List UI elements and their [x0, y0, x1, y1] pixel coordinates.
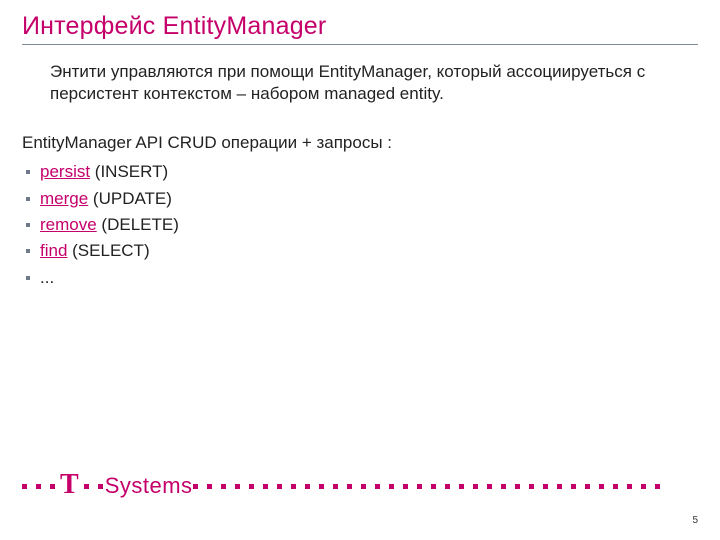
crud-list: persist (INSERT) merge (UPDATE) remove (…: [22, 159, 698, 291]
list-item-suffix: (INSERT): [90, 162, 168, 181]
dot-icon: [655, 484, 660, 489]
dot-icon: [277, 484, 282, 489]
dot-icon: [249, 484, 254, 489]
dot-icon: [50, 484, 55, 489]
dot-icon: [641, 484, 646, 489]
dot-icon: [627, 484, 632, 489]
footer-dots-left: [22, 484, 55, 489]
dot-icon: [515, 484, 520, 489]
list-item-suffix: ...: [40, 268, 54, 287]
api-link-persist[interactable]: persist: [40, 162, 90, 181]
dot-icon: [473, 484, 478, 489]
list-item: ...: [22, 265, 698, 291]
api-subheading: EntityManager API CRUD операции + запрос…: [22, 133, 698, 153]
slide: Интерфейс EntityManager Энтити управляют…: [0, 0, 720, 540]
dot-icon: [305, 484, 310, 489]
dot-icon: [431, 484, 436, 489]
api-link-merge[interactable]: merge: [40, 189, 88, 208]
dot-icon: [613, 484, 618, 489]
dot-icon: [333, 484, 338, 489]
dot-icon: [36, 484, 41, 489]
list-item-suffix: (SELECT): [67, 241, 149, 260]
dot-icon: [193, 484, 198, 489]
dot-icon: [389, 484, 394, 489]
dot-icon: [207, 484, 212, 489]
dot-icon: [501, 484, 506, 489]
dot-icon: [417, 484, 422, 489]
footer-dots-right: [193, 484, 698, 489]
page-number: 5: [692, 515, 698, 526]
logo-systems-text: Systems: [105, 473, 193, 499]
list-item: persist (INSERT): [22, 159, 698, 185]
intro-paragraph: Энтити управляются при помощи EntityMana…: [22, 61, 698, 105]
dot-icon: [375, 484, 380, 489]
dot-icon: [221, 484, 226, 489]
dot-icon: [543, 484, 548, 489]
dot-icon: [445, 484, 450, 489]
dot-icon: [263, 484, 268, 489]
dot-icon: [529, 484, 534, 489]
list-item-suffix: (UPDATE): [88, 189, 172, 208]
dot-icon: [84, 484, 89, 489]
dot-icon: [557, 484, 562, 489]
api-link-find[interactable]: find: [40, 241, 67, 260]
title-rule: [22, 44, 698, 45]
dot-icon: [22, 484, 27, 489]
dot-icon: [98, 484, 103, 489]
page-title: Интерфейс EntityManager: [22, 12, 698, 44]
dot-icon: [319, 484, 324, 489]
dot-icon: [361, 484, 366, 489]
dot-icon: [235, 484, 240, 489]
logo-t-glyph: T: [60, 471, 79, 499]
dot-icon: [403, 484, 408, 489]
footer-dots-mid: [84, 484, 103, 489]
dot-icon: [487, 484, 492, 489]
api-link-remove[interactable]: remove: [40, 215, 97, 234]
dot-icon: [571, 484, 576, 489]
t-systems-logo: T: [60, 472, 79, 500]
dot-icon: [347, 484, 352, 489]
dot-icon: [291, 484, 296, 489]
list-item-suffix: (DELETE): [97, 215, 179, 234]
dot-icon: [599, 484, 604, 489]
list-item: merge (UPDATE): [22, 186, 698, 212]
footer: T Systems: [0, 470, 720, 502]
dot-icon: [585, 484, 590, 489]
list-item: remove (DELETE): [22, 212, 698, 238]
dot-icon: [459, 484, 464, 489]
list-item: find (SELECT): [22, 238, 698, 264]
